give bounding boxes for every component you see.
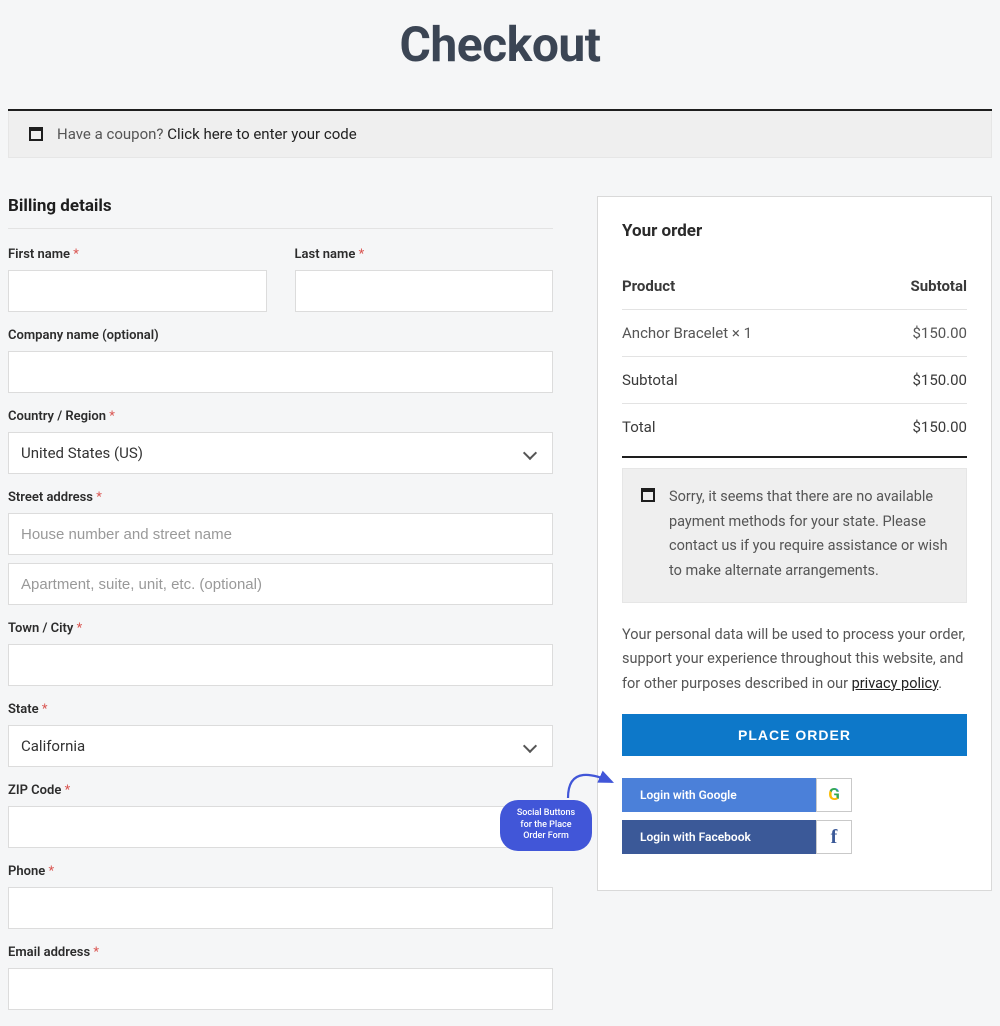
email-label: Email address * — [8, 945, 553, 960]
annotation-arrow — [560, 754, 620, 802]
country-label-text: Country / Region — [8, 409, 106, 424]
email-label-text: Email address — [8, 945, 90, 960]
required-mark: * — [109, 409, 115, 424]
place-order-button[interactable]: PLACE ORDER — [622, 714, 967, 756]
login-google-label: Login with Google — [622, 778, 816, 812]
login-facebook-label: Login with Facebook — [622, 820, 816, 854]
subtotal-header: Subtotal — [911, 277, 968, 295]
city-label-text: Town / City — [8, 621, 73, 636]
street2-input[interactable] — [8, 563, 553, 605]
order-subtotal-row: Subtotal $150.00 — [622, 357, 967, 404]
city-label: Town / City * — [8, 621, 553, 636]
google-icon: G — [816, 778, 852, 812]
country-select[interactable]: United States (US) — [8, 432, 553, 474]
order-header-row: Product Subtotal — [622, 269, 967, 310]
facebook-icon: f — [816, 820, 852, 854]
billing-heading: Billing details — [8, 196, 553, 229]
phone-label-text: Phone — [8, 864, 45, 879]
email-input[interactable] — [8, 968, 553, 1010]
zip-label-text: ZIP Code — [8, 783, 61, 798]
state-label-text: State — [8, 702, 39, 717]
company-label: Company name (optional) — [8, 328, 553, 343]
total-value: $150.00 — [912, 418, 967, 436]
chevron-down-icon — [524, 740, 536, 752]
street1-input[interactable] — [8, 513, 553, 555]
required-mark: * — [73, 247, 79, 262]
street-label: Street address * — [8, 490, 553, 505]
required-mark: * — [93, 945, 99, 960]
login-facebook-button[interactable]: Login with Facebook f — [622, 820, 852, 854]
subtotal-label: Subtotal — [622, 371, 678, 389]
required-mark: * — [96, 490, 102, 505]
no-payment-message: Sorry, it seems that there are no availa… — [622, 468, 967, 603]
state-label: State * — [8, 702, 553, 717]
coupon-icon — [29, 127, 43, 141]
line-item-price: $150.00 — [912, 324, 967, 342]
last-name-label-text: Last name — [295, 247, 356, 262]
order-heading: Your order — [622, 221, 967, 241]
total-label: Total — [622, 418, 656, 436]
required-mark: * — [48, 864, 54, 879]
street-label-text: Street address — [8, 490, 93, 505]
coupon-link[interactable]: Click here to enter your code — [167, 125, 356, 143]
first-name-input[interactable] — [8, 270, 267, 312]
last-name-label: Last name * — [295, 247, 554, 262]
first-name-label-text: First name — [8, 247, 70, 262]
country-value: United States (US) — [21, 444, 143, 462]
privacy-policy-link[interactable]: privacy policy — [852, 675, 939, 692]
order-line-item: Anchor Bracelet × 1 $150.00 — [622, 310, 967, 357]
page-title: Checkout — [8, 0, 992, 109]
phone-label: Phone * — [8, 864, 553, 879]
required-mark: * — [65, 783, 71, 798]
required-mark: * — [359, 247, 365, 262]
coupon-bar: Have a coupon? Click here to enter your … — [8, 111, 992, 158]
order-summary: Your order Product Subtotal Anchor Brace… — [597, 196, 992, 891]
required-mark: * — [77, 621, 83, 636]
annotation-bubble: Social Buttons for the Place Order Form — [500, 800, 592, 851]
privacy-text: Your personal data will be used to proce… — [622, 623, 967, 697]
phone-input[interactable] — [8, 887, 553, 929]
order-total-row: Total $150.00 — [622, 404, 967, 458]
city-input[interactable] — [8, 644, 553, 686]
country-label: Country / Region * — [8, 409, 553, 424]
zip-input[interactable] — [8, 806, 553, 848]
zip-label: ZIP Code * — [8, 783, 553, 798]
first-name-label: First name * — [8, 247, 267, 262]
product-header: Product — [622, 277, 675, 295]
no-payment-text: Sorry, it seems that there are no availa… — [669, 485, 948, 584]
required-mark: * — [42, 702, 48, 717]
info-icon — [641, 488, 655, 502]
coupon-text: Have a coupon? Click here to enter your … — [57, 125, 357, 143]
state-select[interactable]: California — [8, 725, 553, 767]
last-name-input[interactable] — [295, 270, 554, 312]
subtotal-value: $150.00 — [912, 371, 967, 389]
company-input[interactable] — [8, 351, 553, 393]
line-item-name: Anchor Bracelet × 1 — [622, 324, 752, 342]
coupon-prompt: Have a coupon? — [57, 125, 167, 143]
login-google-button[interactable]: Login with Google G — [622, 778, 852, 812]
chevron-down-icon — [524, 447, 536, 459]
state-value: California — [21, 737, 85, 755]
